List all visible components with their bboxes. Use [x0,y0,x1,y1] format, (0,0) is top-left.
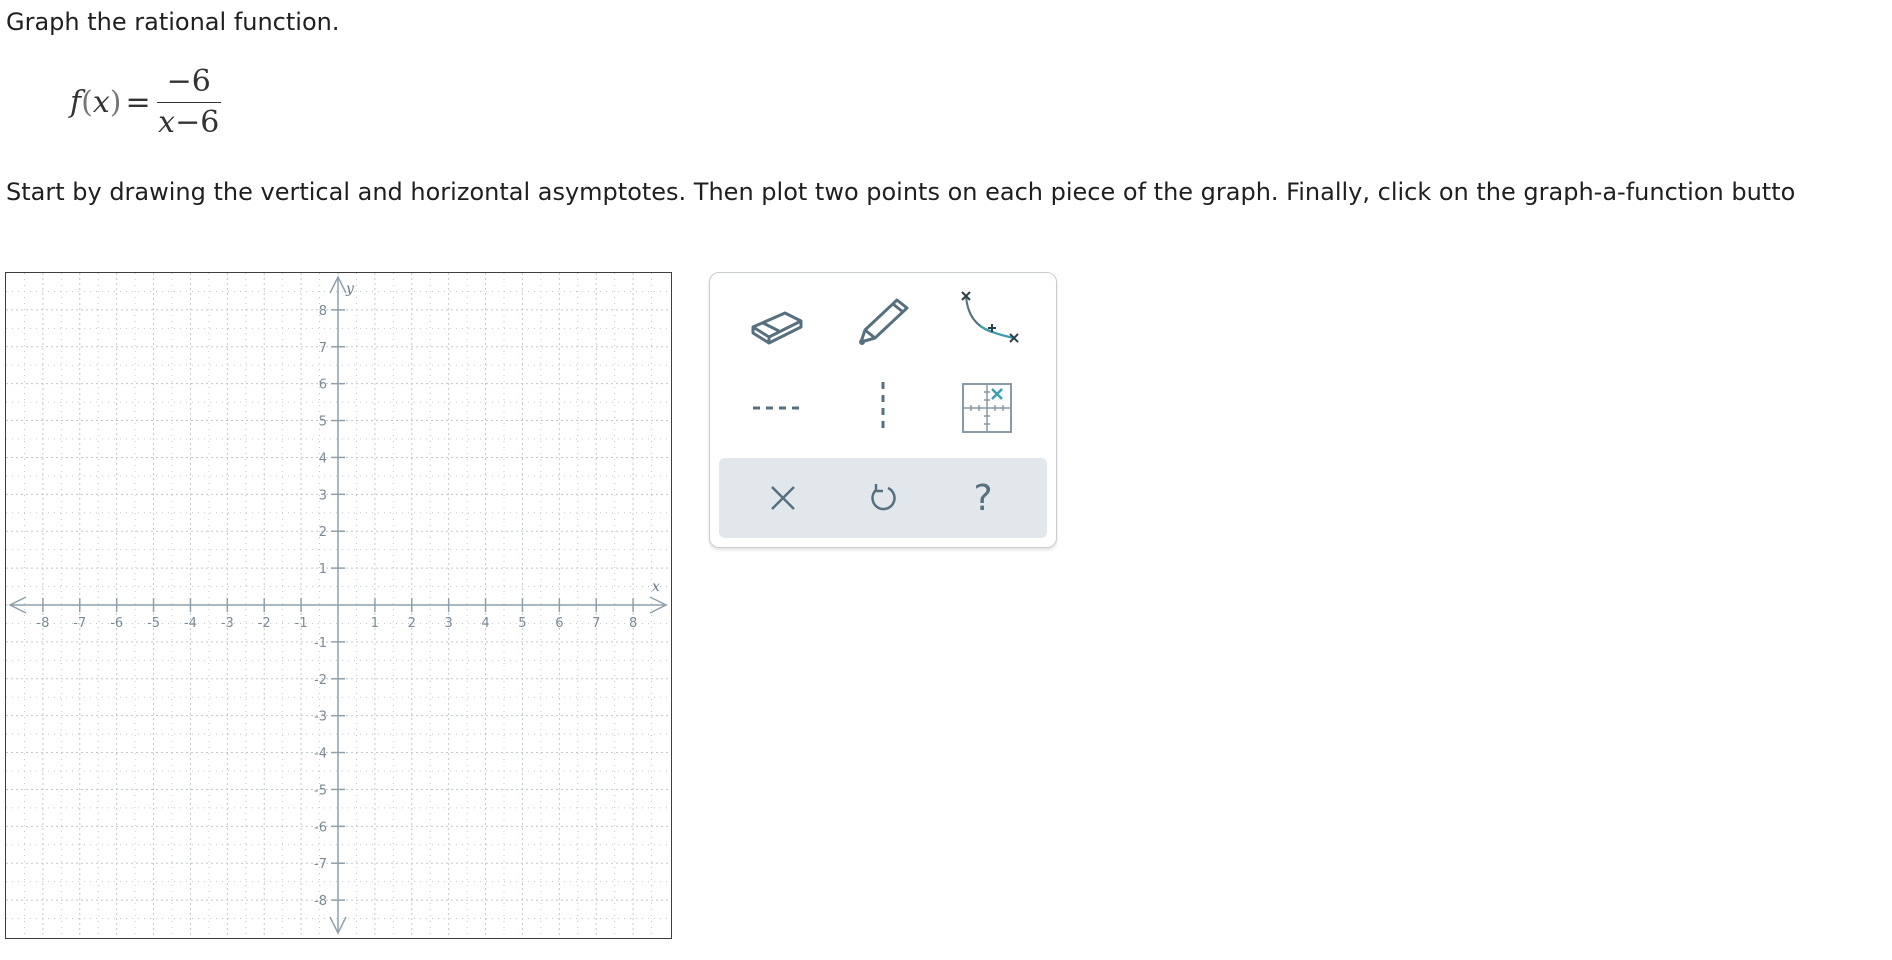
eraser-tool-button[interactable] [732,285,822,359]
x-tick-label: -3 [221,616,234,631]
x-tick-label: 3 [445,616,453,631]
rational-function-formula: f(x) = −6 x−6 [70,66,221,139]
vertical-asymptote-icon [881,382,885,434]
left-paren: ( [81,85,93,120]
y-tick-label: -7 [314,857,327,872]
right-paren: ) [109,85,122,120]
y-tick-label: -5 [314,783,327,798]
x-tick-label: -2 [258,616,271,631]
y-tick-label: 3 [319,488,327,503]
x-tick-label: 6 [555,616,563,631]
function-lhs: f(x) [70,85,121,120]
x-tick-label: -1 [295,616,308,631]
coordinate-plane[interactable]: -8 -7 -6 -5 -4 -3 -2 -1 1 2 3 4 5 6 7 8 8 7 6 5 4 3 2 1 -1 -2 -3 -4… [6,273,670,937]
y-tick-label: 1 [319,562,327,577]
x-tick-label: -5 [147,616,160,631]
y-tick-label: -3 [314,710,327,725]
point-grid-tool-button[interactable] [942,371,1032,445]
fraction: −6 x−6 [156,66,221,139]
x-tick-label: -6 [110,616,123,631]
x-tick-label: -8 [36,616,49,631]
numerator: −6 [156,66,221,103]
graph-canvas[interactable]: -8 -7 -6 -5 -4 -3 -2 -1 1 2 3 4 5 6 7 8 8 7 6 5 4 3 2 1 -1 -2 -3 -4… [5,272,672,939]
undo-icon [871,484,896,511]
denominator-variable: x [158,105,176,140]
vertical-asymptote-tool-button[interactable] [838,371,928,445]
x-tick-label: 8 [629,616,637,631]
clear-icon [771,486,795,510]
x-tick-label: 4 [481,616,489,631]
pencil-icon [859,298,909,345]
instructions-text: Start by drawing the vertical and horizo… [6,178,1796,206]
y-tick-label: 7 [319,341,327,356]
y-tick-label: 5 [319,415,327,430]
x-tick-label: 5 [518,616,526,631]
graph-toolbar: ? [709,272,1057,548]
y-tick-label: -8 [314,894,327,909]
graph-function-tool-button[interactable] [942,285,1032,359]
function-variable: x [92,85,110,120]
y-tick-label: -2 [314,673,327,688]
y-tick-label: 2 [319,525,327,540]
point-grid-icon [962,383,1012,433]
horizontal-asymptote-icon [753,406,801,410]
y-tick-label: -1 [314,636,327,651]
help-button[interactable]: ? [933,458,1033,538]
y-axis-label: y [345,281,355,297]
action-bar: ? [719,458,1047,538]
help-icon: ? [973,477,993,519]
x-tick-label: -4 [184,616,197,631]
x-tick-label: 1 [371,616,379,631]
pencil-tool-button[interactable] [838,285,928,359]
undo-button[interactable] [833,458,933,538]
y-tick-label: -6 [314,820,327,835]
x-tick-label: -7 [73,616,86,631]
y-tick-label: 4 [319,451,327,466]
horizontal-asymptote-tool-button[interactable] [732,371,822,445]
x-tick-label: 7 [592,616,600,631]
graph-a-function-icon [961,291,1019,343]
denominator-constant: −6 [175,105,220,140]
y-tick-label: 6 [319,378,327,393]
function-name: f [70,85,82,120]
equals-sign: = [125,85,151,120]
x-tick-label: 2 [408,616,416,631]
y-tick-label: -4 [314,747,327,762]
y-tick-label: 8 [319,304,327,319]
denominator: x−6 [158,103,219,139]
eraser-icon [751,311,803,345]
problem-prompt: Graph the rational function. [6,8,340,36]
clear-button[interactable] [733,458,833,538]
x-axis-label: x [652,579,660,595]
